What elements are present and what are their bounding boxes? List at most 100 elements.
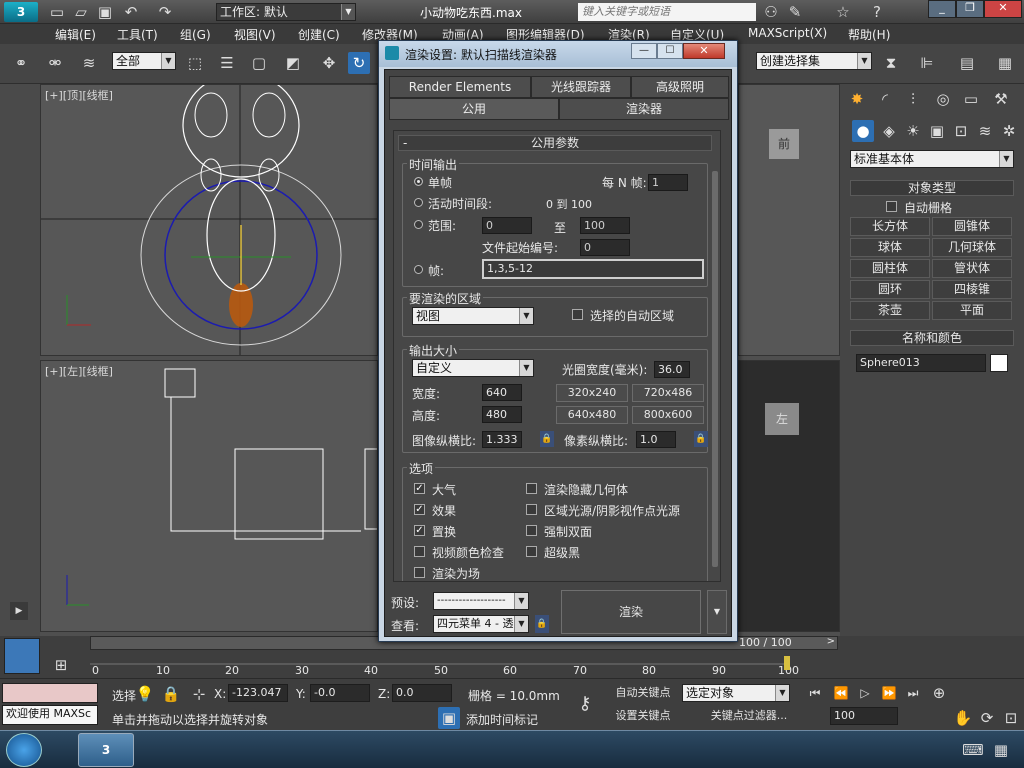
preset-720x486-button[interactable]: 720x486 — [632, 384, 704, 402]
redo-icon[interactable]: ↷ — [154, 1, 176, 23]
displacement-checkbox[interactable]: ✓ — [414, 525, 425, 536]
previous-frame-icon[interactable]: ⏪ — [830, 682, 852, 704]
shapes-icon[interactable]: ◈ — [878, 120, 900, 142]
rollout-header[interactable]: - 公用参数 — [398, 135, 712, 151]
start-button-icon[interactable] — [6, 733, 42, 767]
unlink-icon[interactable]: ⚮ — [44, 52, 66, 74]
viewcube-left[interactable]: 左 — [765, 403, 799, 435]
select-by-name-icon[interactable]: ☰ — [216, 52, 238, 74]
menu-help[interactable]: 帮助(H) — [848, 26, 890, 43]
helpers-icon[interactable]: ⊡ — [950, 120, 972, 142]
create-tube-button[interactable]: 管状体 — [932, 259, 1012, 278]
time-slider-next-icon[interactable]: > — [827, 636, 835, 647]
dialog-minimize-button[interactable]: — — [631, 43, 657, 59]
image-aspect-spinner[interactable]: 1.333 — [482, 431, 522, 448]
create-cylinder-button[interactable]: 圆柱体 — [850, 259, 930, 278]
render-button[interactable]: 渲染 — [561, 590, 701, 634]
keyboard-icon[interactable]: ⌨ — [962, 739, 984, 761]
key-filters-button[interactable]: 关键点过滤器... — [704, 707, 794, 725]
lock-icon[interactable]: 🔒 — [160, 683, 182, 705]
binoculars-icon[interactable]: ⚇ — [760, 1, 782, 23]
render-options-chevron-icon[interactable]: ▼ — [707, 590, 727, 634]
open-file-icon[interactable]: ▱ — [70, 1, 92, 23]
set-key-button[interactable]: 设置关键点 — [610, 707, 676, 725]
expand-arrow-icon[interactable]: ▶ — [10, 602, 28, 620]
create-cone-button[interactable]: 圆锥体 — [932, 217, 1012, 236]
next-frame-icon[interactable]: ⏩ — [878, 682, 900, 704]
menu-maxscript[interactable]: MAXScript(X) — [748, 26, 827, 40]
utilities-tab-icon[interactable]: ⚒ — [990, 88, 1012, 110]
systems-icon[interactable]: ✲ — [998, 120, 1020, 142]
left-viewport[interactable]: [+][左][线框] — [40, 360, 378, 632]
object-name-input[interactable]: Sphere013 — [856, 354, 986, 372]
bind-space-warp-icon[interactable]: ≋ — [78, 52, 100, 74]
front-viewport[interactable]: 前 — [738, 84, 840, 356]
every-n-spinner[interactable]: 1 — [648, 174, 688, 191]
preset-dropdown[interactable]: ------------------- ▼ — [433, 592, 529, 610]
preset-320x240-button[interactable]: 320x240 — [556, 384, 628, 402]
dialog-title-bar[interactable]: 渲染设置: 默认扫描线渲染器 — ☐ ✕ — [379, 41, 737, 67]
tab-raytracer[interactable]: 光线跟踪器 — [531, 76, 631, 98]
render-hidden-checkbox[interactable] — [526, 483, 537, 494]
maximize-viewport-icon[interactable]: ⊡ — [1000, 707, 1022, 729]
layer-manager-icon[interactable]: ▤ — [956, 52, 978, 74]
range-start-spinner[interactable]: 0 — [482, 217, 532, 234]
move-icon[interactable]: ✥ — [318, 52, 340, 74]
mirror-icon[interactable]: ⧗ — [880, 52, 902, 74]
viewcube-front[interactable]: 前 — [769, 129, 799, 159]
output-size-dropdown[interactable]: 自定义 ▼ — [412, 359, 534, 377]
rotate-icon[interactable]: ↻ — [348, 52, 370, 74]
auto-key-button[interactable]: 自动关键点 — [610, 684, 676, 702]
range-radio[interactable] — [414, 220, 423, 229]
file-start-spinner[interactable]: 0 — [580, 239, 630, 256]
selected-object-dropdown[interactable]: 选定对象 ▼ — [682, 684, 790, 702]
force-2-sided-checkbox[interactable] — [526, 525, 537, 536]
go-to-end-icon[interactable]: ⏭ — [902, 682, 924, 704]
height-spinner[interactable]: 480 — [482, 406, 522, 423]
image-aspect-lock-icon[interactable]: 🔒 — [540, 431, 554, 447]
single-frame-radio[interactable] — [414, 177, 423, 186]
effects-checkbox[interactable]: ✓ — [414, 504, 425, 515]
create-sphere-button[interactable]: 球体 — [850, 238, 930, 257]
current-frame-field[interactable]: 100 — [830, 707, 898, 725]
atmospherics-checkbox[interactable]: ✓ — [414, 483, 425, 494]
named-selection-dropdown[interactable]: 创建选择集 ▼ — [756, 52, 872, 70]
tray-icon[interactable]: ▦ — [990, 739, 1012, 761]
star-icon[interactable]: ☆ — [832, 1, 854, 23]
dialog-close-button[interactable]: ✕ — [683, 43, 725, 59]
object-type-rollout-header[interactable]: 对象类型 — [850, 180, 1014, 196]
space-warps-icon[interactable]: ≋ — [974, 120, 996, 142]
create-pyramid-button[interactable]: 四棱锥 — [932, 280, 1012, 299]
view-lock-icon[interactable]: 🔒 — [535, 615, 549, 633]
menu-view[interactable]: 视图(V) — [234, 26, 276, 43]
align-icon[interactable]: ⊫ — [916, 52, 938, 74]
time-tag-icon[interactable]: ▣ — [438, 707, 460, 729]
width-spinner[interactable]: 640 — [482, 384, 522, 401]
menu-tools[interactable]: 工具(T) — [117, 26, 158, 43]
name-color-rollout-header[interactable]: 名称和颜色 — [850, 330, 1014, 346]
graphite-icon[interactable]: ▦ — [994, 52, 1016, 74]
close-button[interactable]: ✕ — [984, 0, 1022, 18]
window-crossing-icon[interactable]: ◩ — [282, 52, 304, 74]
aperture-spinner[interactable]: 36.0 — [654, 361, 690, 378]
add-time-tag-label[interactable]: 添加时间标记 — [466, 711, 538, 728]
play-icon[interactable]: ▷ — [854, 682, 876, 704]
object-color-swatch[interactable] — [990, 354, 1008, 372]
maxscript-listener-pink[interactable] — [2, 683, 98, 703]
search-input[interactable]: 键入关键字或短语 — [578, 3, 756, 21]
render-to-fields-checkbox[interactable] — [414, 567, 425, 578]
selection-filter-dropdown[interactable]: 全部 ▼ — [112, 52, 176, 70]
select-object-icon[interactable]: ⬚ — [184, 52, 206, 74]
render-area-dropdown[interactable]: 视图 ▼ — [412, 307, 534, 325]
cameras-icon[interactable]: ▣ — [926, 120, 948, 142]
x-coordinate-field[interactable]: -123.047 — [228, 684, 288, 702]
geometry-icon[interactable]: ● — [852, 120, 874, 142]
area-lights-checkbox[interactable] — [526, 504, 537, 515]
create-box-button[interactable]: 长方体 — [850, 217, 930, 236]
create-geosphere-button[interactable]: 几何球体 — [932, 238, 1012, 257]
maxscript-mini-listener[interactable]: 欢迎使用 MAXSc — [2, 705, 98, 725]
y-coordinate-field[interactable]: -0.0 — [310, 684, 370, 702]
perspective-viewport[interactable]: 左 — [738, 360, 840, 632]
pixel-aspect-lock-icon[interactable]: 🔒 — [694, 431, 708, 447]
preset-800x600-button[interactable]: 800x600 — [632, 406, 704, 424]
